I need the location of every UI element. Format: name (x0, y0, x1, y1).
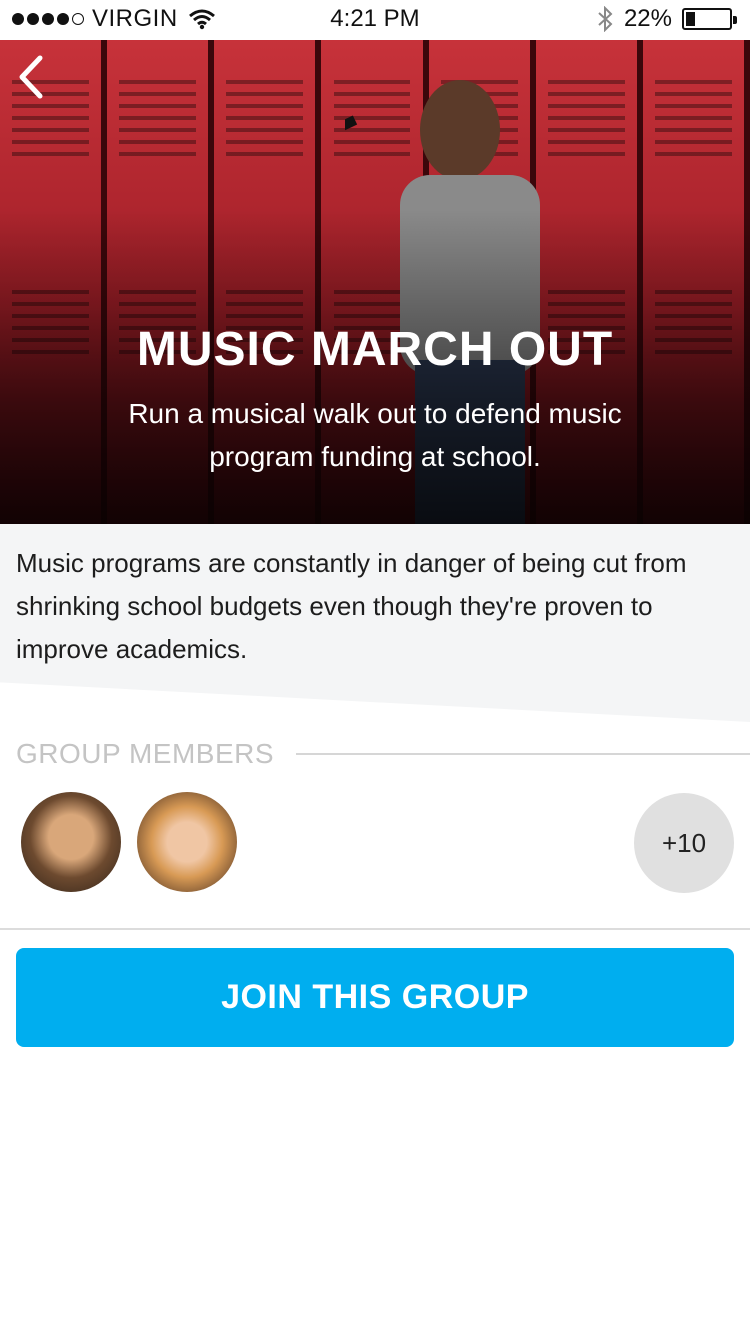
bluetooth-icon (598, 6, 613, 32)
group-title: MUSIC MARCH OUT (136, 323, 614, 376)
status-right: 22% (596, 5, 738, 33)
group-members-header: GROUP MEMBERS (16, 736, 750, 772)
group-members-label: GROUP MEMBERS (16, 738, 275, 769)
group-subtitle: Run a musical walk out to defend music p… (128, 398, 622, 472)
more-members-badge[interactable]: +10 (634, 793, 734, 893)
hero-image: MUSIC MARCH OUT Run a musical walk out t… (0, 40, 750, 524)
battery-icon (682, 8, 737, 30)
join-group-button[interactable]: JOIN THIS GROUP (16, 948, 734, 1047)
back-arrow-icon[interactable] (12, 52, 52, 102)
status-bar: VIRGIN 4:21 PM 22% (0, 0, 750, 40)
group-description: Music programs are constantly in danger … (16, 548, 687, 664)
description-panel: Music programs are constantly in danger … (0, 524, 750, 722)
member-avatar[interactable] (137, 792, 237, 892)
member-avatar[interactable] (21, 792, 121, 892)
battery-percent: 22% (623, 5, 672, 32)
section-divider-line (296, 753, 750, 755)
divider (0, 928, 750, 930)
